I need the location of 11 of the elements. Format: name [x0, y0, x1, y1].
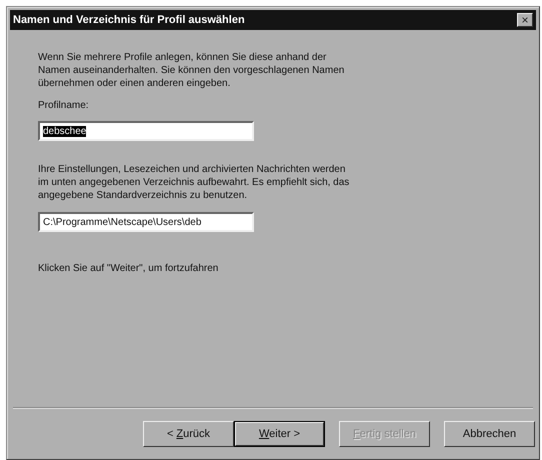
profile-name-field[interactable]: debschee	[38, 121, 254, 141]
folder-info-text: Ihre Einstellungen, Lesezeichen und archivierten Nachrichten werden im unten angegebenen Verzeichnis aufbewahrt. Es empfiehlt sich, das angegebene Standardverzeichnis zu benutzen.	[38, 163, 350, 202]
wizard-button[interactable]: Abbrechen	[444, 421, 535, 447]
field-label: Profilname:	[38, 100, 89, 111]
wizard-button[interactable]: Weiter >	[234, 421, 325, 447]
folder-path-field[interactable]: C:\Programme\Netscape\Users\deb	[38, 212, 254, 232]
intro-text: Wenn Sie mehrere Profile anlegen, können Sie diese anhand der Namen auseinanderhalten. Sie können den vorgeschlagenen Namen übernehmen oder einen anderen eingeben.	[38, 51, 344, 90]
window-title: Namen und Verzeichnis für Profil auswählen	[13, 14, 245, 26]
close-button[interactable]: ×	[517, 13, 533, 27]
hint-text: Klicken Sie auf "Weiter", um fortzufahren	[38, 262, 218, 275]
wizard-button[interactable]: < Zurück	[143, 421, 234, 447]
